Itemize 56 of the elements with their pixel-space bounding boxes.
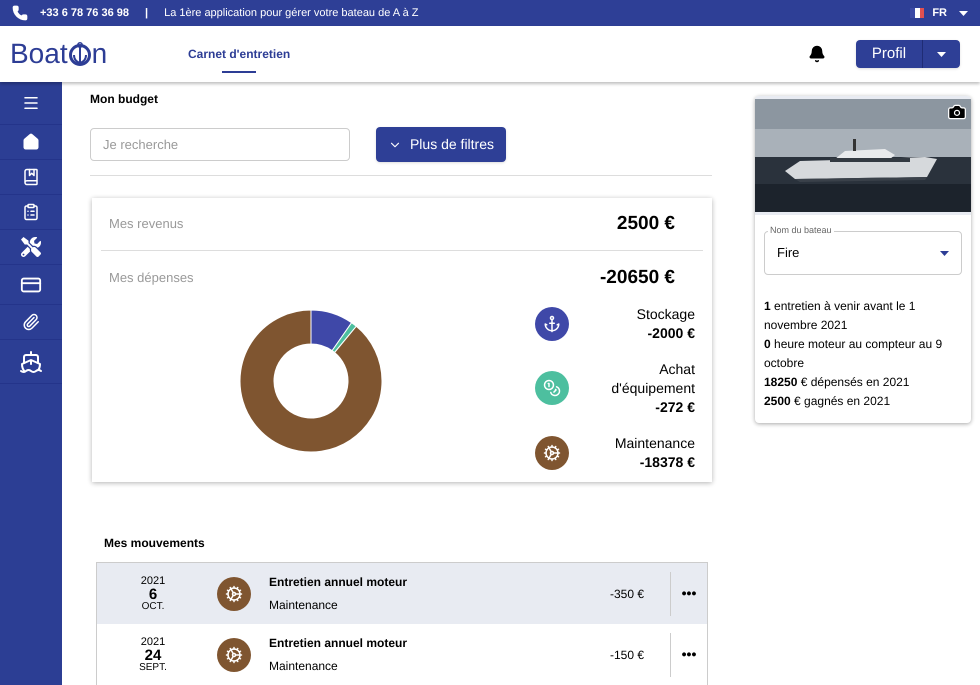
more-button[interactable]: ••• [682,583,696,604]
logo: Boat n [10,37,108,71]
more-button[interactable]: ••• [682,644,696,665]
language-selector[interactable]: FR [932,4,968,22]
tools-icon[interactable] [21,237,41,257]
expenses-value: -20650 € [600,266,675,290]
category-amount: -272 € [654,398,695,417]
movement-month: OCT. [142,602,164,612]
summary-line: 2500 € gagnés en 2021 [764,393,892,410]
anchor-logo-icon [68,41,92,67]
search-field[interactable]: Je recherche [90,128,350,161]
movement-year: 2021 [140,636,166,648]
nav-tab[interactable]: Carnet d'entretien [180,26,298,82]
movement-year: 2021 [140,576,166,586]
phone-icon [12,5,28,21]
separator: | [145,6,148,21]
home-icon[interactable] [22,133,40,151]
movement-day: 6 [148,586,158,602]
add-photo-icon[interactable] [947,102,967,122]
movement-title: Entretien annuel moteur [269,635,408,652]
notification-bell-icon[interactable] [808,45,826,63]
budget-title: Mon budget [90,91,159,108]
flag-icon [910,8,924,18]
filters-button[interactable]: Plus de filtres [376,127,506,162]
paperclip-icon[interactable] [22,313,40,331]
caret-icon [959,10,968,16]
movement-category: Maintenance [269,658,339,675]
gear-icon [217,576,251,610]
category-name: Achat d'équipement [610,360,695,398]
summary-line: 0 heure moteur au compteur au 9 octobre [764,336,944,372]
caret-icon [940,250,949,256]
category-name: Stockage [636,304,695,324]
income-value: 2500 € [616,212,675,236]
category-amount: -2000 € [646,324,695,343]
movement-amount: -350 € [608,586,644,602]
movement-month: SEPT. [139,662,167,672]
movement-day: 24 [144,648,162,662]
menu-icon[interactable] [22,94,40,112]
category-name: Maintenance [614,434,695,453]
clipboard-icon[interactable] [22,203,40,221]
movement-title: Entretien annuel moteur [269,574,408,591]
movements-title: Mes mouvements [104,535,206,552]
movement-row[interactable]: 2021 6 OCT. Entretien annuel moteur Maintenance -350 € ••• [97,563,707,624]
category-amount: -18378 € [638,452,695,472]
caret-icon [937,52,946,56]
movement-category: Maintenance [269,597,339,614]
income-label: Mes revenus [109,215,184,234]
phone-number: +33 6 78 76 36 98 [40,6,129,21]
tagline: La 1ère application pour gérer votre bateau de A à Z [164,6,418,21]
summary-line: 18250 € dépensés en 2021 [764,374,910,391]
book-icon[interactable] [22,168,40,186]
ship-icon[interactable] [19,350,43,374]
gear-icon [217,638,251,672]
profile-button[interactable]: Profil [856,40,960,68]
expenses-label: Mes dépenses [109,269,194,288]
movement-amount: -150 € [608,646,644,664]
